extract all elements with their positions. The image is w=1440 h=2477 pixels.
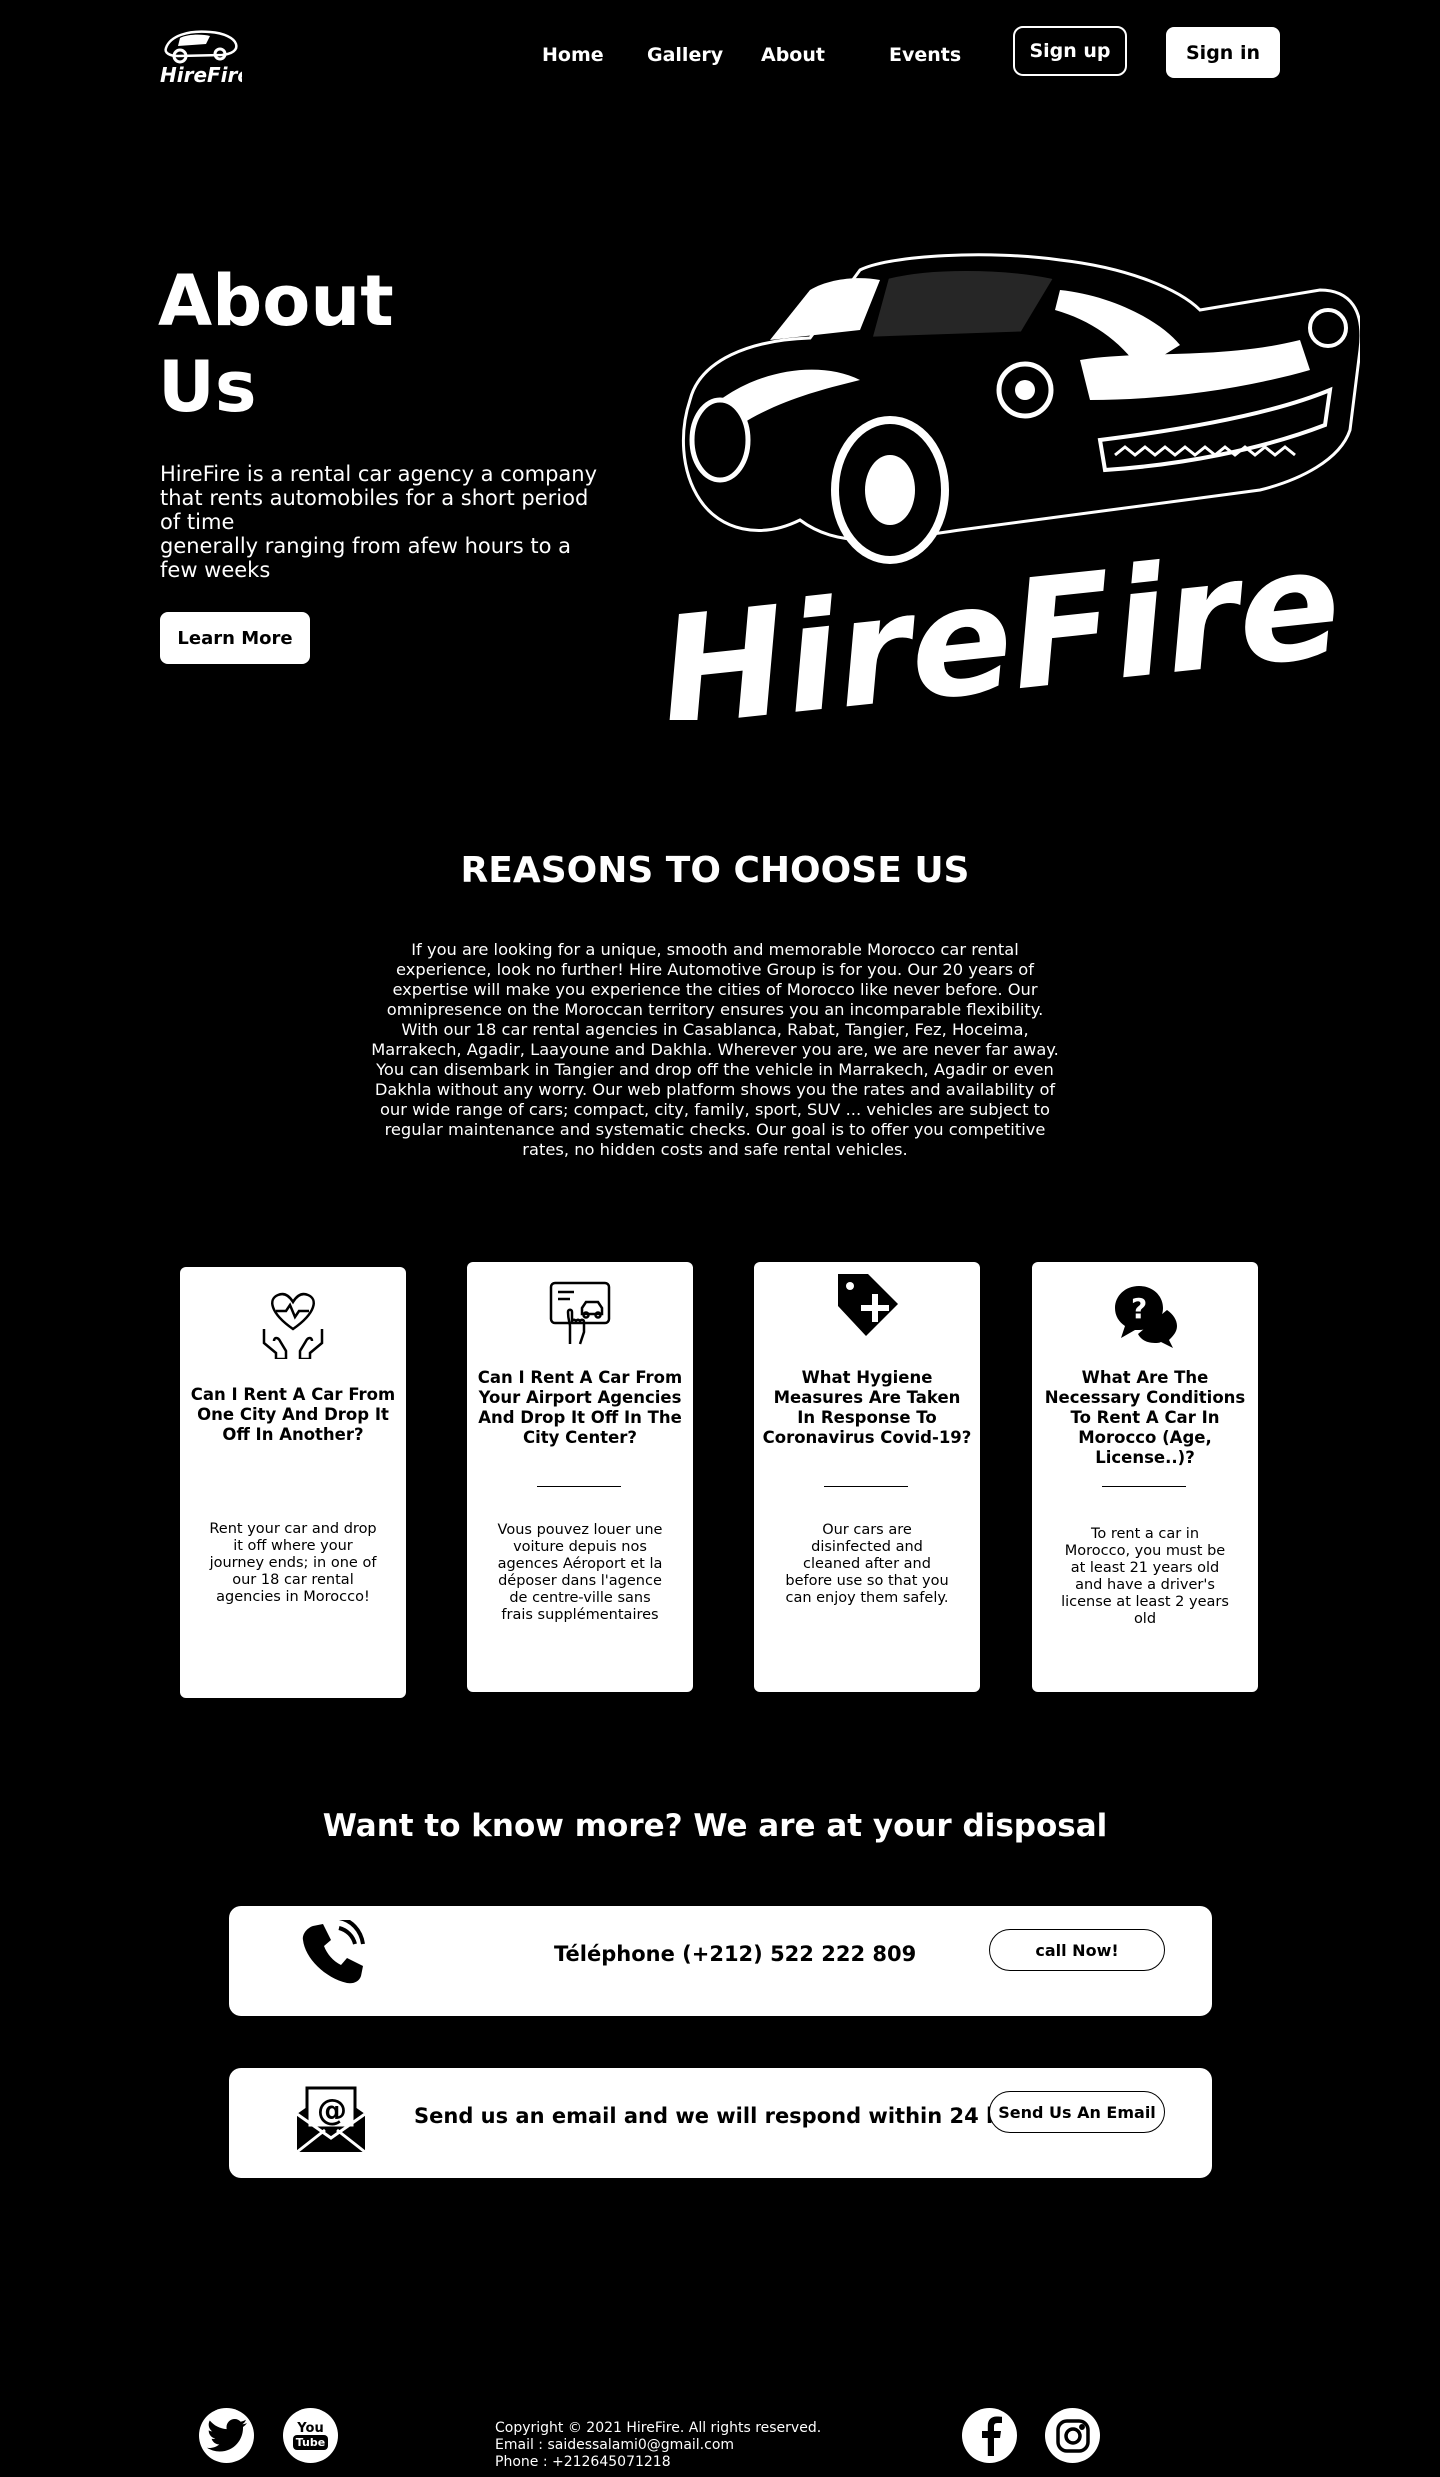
heart-hands-icon: [260, 1289, 326, 1363]
faq-answer: Rent your car and drop it off where your…: [209, 1521, 377, 1605]
footer-email: Email : saidessalami0@gmail.com: [495, 2437, 735, 2453]
send-email-button[interactable]: Send Us An Email: [989, 2091, 1165, 2133]
faq-answer: To rent a car in Morocco, you must be at…: [1061, 1526, 1229, 1627]
envelope-at-icon: @: [295, 2080, 367, 2158]
faq-card-2: Can I Rent A Car From Your Airport Agenc…: [467, 1262, 693, 1692]
divider: [537, 1486, 621, 1487]
footer-info: Copyright © 2021 HireFire. All rights re…: [495, 2420, 821, 2471]
tag-plus-icon: [834, 1270, 900, 1342]
faq-answer: Our cars are disinfected and cleaned aft…: [785, 1522, 949, 1606]
faq-answer: Vous pouvez louer une voiture depuis nos…: [497, 1522, 663, 1623]
question-chat-icon: ?: [1111, 1282, 1179, 1352]
facebook-icon[interactable]: [962, 2408, 1017, 2463]
page-title: About Us: [158, 258, 394, 430]
twitter-icon[interactable]: [199, 2408, 254, 2463]
svg-text:HireFire: HireFire: [660, 517, 1348, 720]
brand-logo[interactable]: HireFire: [158, 26, 251, 87]
faq-question: What Are The Necessary Conditions To Ren…: [1044, 1368, 1246, 1467]
divider: [1102, 1486, 1186, 1487]
reasons-paragraph: If you are looking for a unique, smooth …: [371, 940, 1059, 1159]
svg-text:@: @: [317, 2093, 347, 2128]
nav-about-link[interactable]: About: [761, 44, 825, 66]
hero-paragraph-2: generally ranging from afew hours to a f…: [160, 534, 571, 582]
hero-description: HireFire is a rental car agency a compan…: [160, 462, 600, 582]
phone-icon: [299, 1916, 365, 1990]
nav-home-link[interactable]: Home: [542, 44, 604, 66]
email-contact-panel: @ Send us an email and we will respond w…: [229, 2068, 1212, 2178]
contact-heading: Want to know more? We are at your dispos…: [322, 1808, 1108, 1844]
nav-events-link[interactable]: Events: [889, 44, 961, 66]
footer-phone: Phone : +212645071218: [495, 2454, 671, 2470]
svg-text:?: ?: [1131, 1292, 1147, 1325]
signup-button[interactable]: Sign up: [1013, 26, 1127, 76]
divider: [824, 1486, 908, 1487]
email-prompt-text: Send us an email and we will respond wit…: [414, 2104, 1054, 2128]
hero-paragraph-1: HireFire is a rental car agency a compan…: [160, 462, 598, 534]
faq-card-3: What Hygiene Measures Are Taken In Respo…: [754, 1262, 980, 1692]
page-title-line1: About: [158, 260, 394, 342]
phone-number-text: Téléphone (+212) 522 222 809: [554, 1942, 917, 1966]
svg-text:HireFire: HireFire: [160, 63, 242, 86]
faq-card-4: ? What Are The Necessary Conditions To R…: [1032, 1262, 1258, 1692]
signin-button[interactable]: Sign in: [1166, 27, 1280, 78]
call-now-button[interactable]: call Now!: [989, 1929, 1165, 1971]
youtube-label-bottom: Tube: [292, 2434, 329, 2450]
page-title-line2: Us: [158, 346, 257, 428]
phone-contact-panel: Téléphone (+212) 522 222 809 call Now!: [229, 1906, 1212, 2016]
touch-screen-car-icon: [548, 1280, 612, 1350]
instagram-icon[interactable]: [1045, 2408, 1100, 2463]
faq-card-1: Can I Rent A Car From One City And Drop …: [180, 1267, 406, 1698]
reasons-heading: REASONS TO CHOOSE US: [460, 850, 970, 891]
learn-more-button[interactable]: Learn More: [160, 612, 310, 664]
youtube-icon[interactable]: You Tube: [283, 2408, 338, 2463]
faq-question: Can I Rent A Car From Your Airport Agenc…: [477, 1368, 683, 1447]
faq-question: What Hygiene Measures Are Taken In Respo…: [762, 1368, 972, 1447]
footer-copyright: Copyright © 2021 HireFire. All rights re…: [495, 2420, 822, 2436]
faq-question: Can I Rent A Car From One City And Drop …: [190, 1385, 396, 1444]
nav-gallery-link[interactable]: Gallery: [647, 44, 723, 66]
youtube-label-top: You: [297, 2420, 324, 2436]
hirefire-car-logo-image: HireFire: [652, 250, 1363, 761]
